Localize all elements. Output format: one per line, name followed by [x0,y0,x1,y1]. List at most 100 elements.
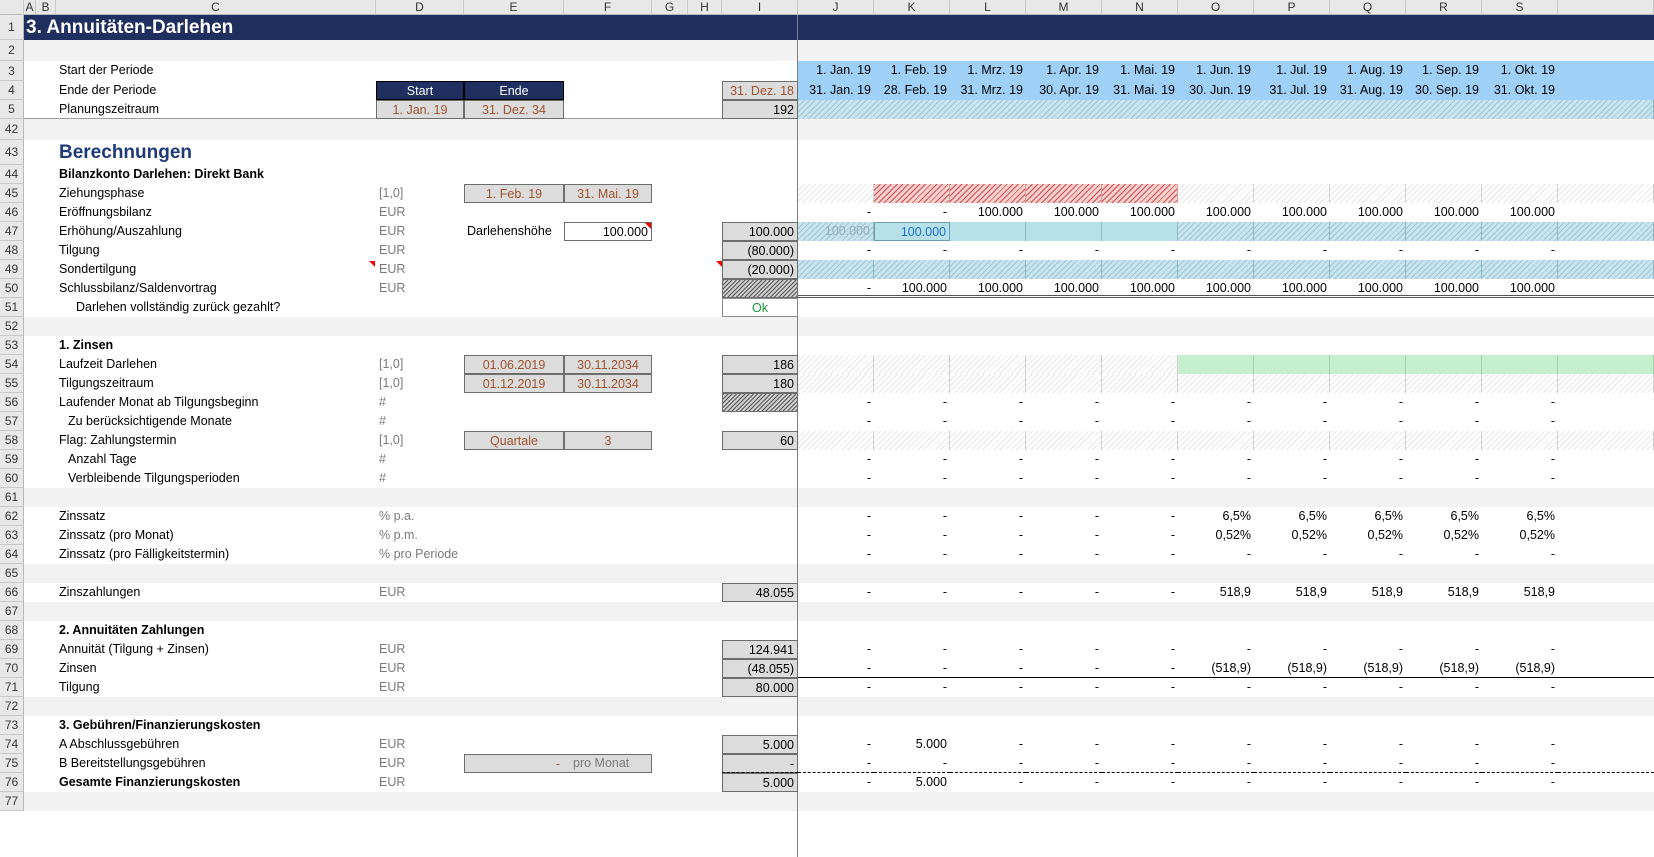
repay-term-s[interactable] [1482,374,1558,393]
rate-row-62-k[interactable]: - [874,507,950,526]
column-header-q[interactable]: Q [1330,0,1406,15]
row-header-69[interactable]: 69 [0,640,24,659]
rate-row-62-p[interactable]: 6,5% [1254,507,1330,526]
row-header-75[interactable]: 75 [0,754,24,773]
tilgung-total[interactable]: (80.000) [722,241,798,260]
opening-m[interactable]: 100.000 [1026,203,1102,222]
opening-q[interactable]: 100.000 [1330,203,1406,222]
dash-row-56-l[interactable]: - [950,393,1026,412]
interest-payment-m[interactable]: - [1026,583,1102,602]
dash-row-56-p[interactable]: - [1254,393,1330,412]
annuity-row-71-l[interactable]: - [950,678,1026,697]
dash-row-60-s[interactable]: - [1482,469,1558,488]
rate-row-63-o[interactable]: 0,52% [1178,526,1254,545]
repay-term-o[interactable] [1178,374,1254,393]
column-header-l[interactable]: L [950,0,1026,15]
sonder-total[interactable]: (20.000) [722,260,798,279]
draw-start-cell[interactable]: 1. Feb. 19 [464,184,564,203]
row-header-57[interactable]: 57 [0,412,24,431]
row-header-58[interactable]: 58 [0,431,24,450]
payment-flag-r[interactable] [1406,431,1482,450]
rate-row-62-s[interactable]: 6,5% [1482,507,1558,526]
draw-phase-o[interactable] [1178,184,1254,203]
dash-row-57-s[interactable]: - [1482,412,1558,431]
annuity-row-70-s[interactable]: (518,9) [1482,659,1558,678]
annuity-row-70-m[interactable]: - [1026,659,1102,678]
closing-j[interactable]: - [798,279,874,298]
dash-row-57-p[interactable]: - [1254,412,1330,431]
loan-term-o[interactable] [1178,355,1254,374]
corner-cell[interactable] [0,0,24,15]
fees-row-76-o[interactable]: - [1178,773,1254,792]
sonder-k[interactable] [874,260,950,279]
payment-flag-n[interactable] [1102,431,1178,450]
interest-payment-n[interactable]: - [1102,583,1178,602]
column-header-s[interactable]: S [1482,0,1558,15]
annuity-row-70-q[interactable]: (518,9) [1330,659,1406,678]
interest-payment-k[interactable]: - [874,583,950,602]
row-header-47[interactable]: 47 [0,222,24,241]
interest-payment-p[interactable]: 518,9 [1254,583,1330,602]
zinsen-f-row-54[interactable]: 30.11.2034 [564,355,652,374]
dash-row-59-o[interactable]: - [1178,450,1254,469]
annuity-row-71-j[interactable]: - [798,678,874,697]
closing-q[interactable]: 100.000 [1330,279,1406,298]
annuity-row-69-k[interactable]: - [874,640,950,659]
fees-row-74-m[interactable]: - [1026,735,1102,754]
rate-row-63-m[interactable]: - [1026,526,1102,545]
rate-row-62-l[interactable]: - [950,507,1026,526]
row-header-68[interactable]: 68 [0,621,24,640]
rate-row-64-l[interactable]: - [950,545,1026,564]
zinsen-e-row-58[interactable]: Quartale [464,431,564,450]
fees-row-75-n[interactable]: - [1102,754,1178,773]
row-header-5[interactable]: 5 [0,100,24,119]
zinsen-f-row-58[interactable]: 3 [564,431,652,450]
sonder-o[interactable] [1178,260,1254,279]
rate-row-62-o[interactable]: 6,5% [1178,507,1254,526]
dash-row-59-p[interactable]: - [1254,450,1330,469]
period-end-q[interactable]: 31. Aug. 19 [1330,81,1406,100]
rate-row-63-q[interactable]: 0,52% [1330,526,1406,545]
row-header-45[interactable]: 45 [0,184,24,203]
row-header-54[interactable]: 54 [0,355,24,374]
tilgung-l[interactable]: - [950,241,1026,260]
fees-row-76-m[interactable]: - [1026,773,1102,792]
fees-row-76-q[interactable]: - [1330,773,1406,792]
fees-row-74-k[interactable]: 5.000 [874,735,950,754]
row-header-74[interactable]: 74 [0,735,24,754]
column-header-h[interactable]: H [688,0,722,15]
dash-row-60-l[interactable]: - [950,469,1026,488]
interest-payment-s[interactable]: 518,9 [1482,583,1558,602]
rate-row-62-n[interactable]: - [1102,507,1178,526]
increase-j[interactable]: 100.000 [798,222,874,241]
period-start-n[interactable]: 1. Mai. 19 [1102,61,1178,81]
annuity-row-69-p[interactable]: - [1254,640,1330,659]
dash-row-60-p[interactable]: - [1254,469,1330,488]
opening-j[interactable]: - [798,203,874,222]
annuity-row-69-l[interactable]: - [950,640,1026,659]
opening-n[interactable]: 100.000 [1102,203,1178,222]
repay-term-n[interactable] [1102,374,1178,393]
tilgung-q[interactable]: - [1330,241,1406,260]
column-header-o[interactable]: O [1178,0,1254,15]
row-header-70[interactable]: 70 [0,659,24,678]
increase-o[interactable] [1178,222,1254,241]
sonder-s[interactable] [1482,260,1558,279]
fees-total-row-75[interactable]: - [722,754,798,773]
rate-row-63-n[interactable]: - [1102,526,1178,545]
closing-r[interactable]: 100.000 [1406,279,1482,298]
fees-row-75-r[interactable]: - [1406,754,1482,773]
interest-payments-total[interactable]: 48.055 [722,583,798,602]
dash-row-60-q[interactable]: - [1330,469,1406,488]
loan-term-l[interactable] [950,355,1026,374]
sonder-q[interactable] [1330,260,1406,279]
increase-total[interactable]: 100.000 [722,222,798,241]
draw-phase-m[interactable] [1026,184,1102,203]
interest-payment-r[interactable]: 518,9 [1406,583,1482,602]
rate-row-64-n[interactable]: - [1102,545,1178,564]
row-header-49[interactable]: 49 [0,260,24,279]
annuity-row-69-j[interactable]: - [798,640,874,659]
period-start-m[interactable]: 1. Apr. 19 [1026,61,1102,81]
fees-row-76-j[interactable]: - [798,773,874,792]
annuity-row-70-j[interactable]: - [798,659,874,678]
